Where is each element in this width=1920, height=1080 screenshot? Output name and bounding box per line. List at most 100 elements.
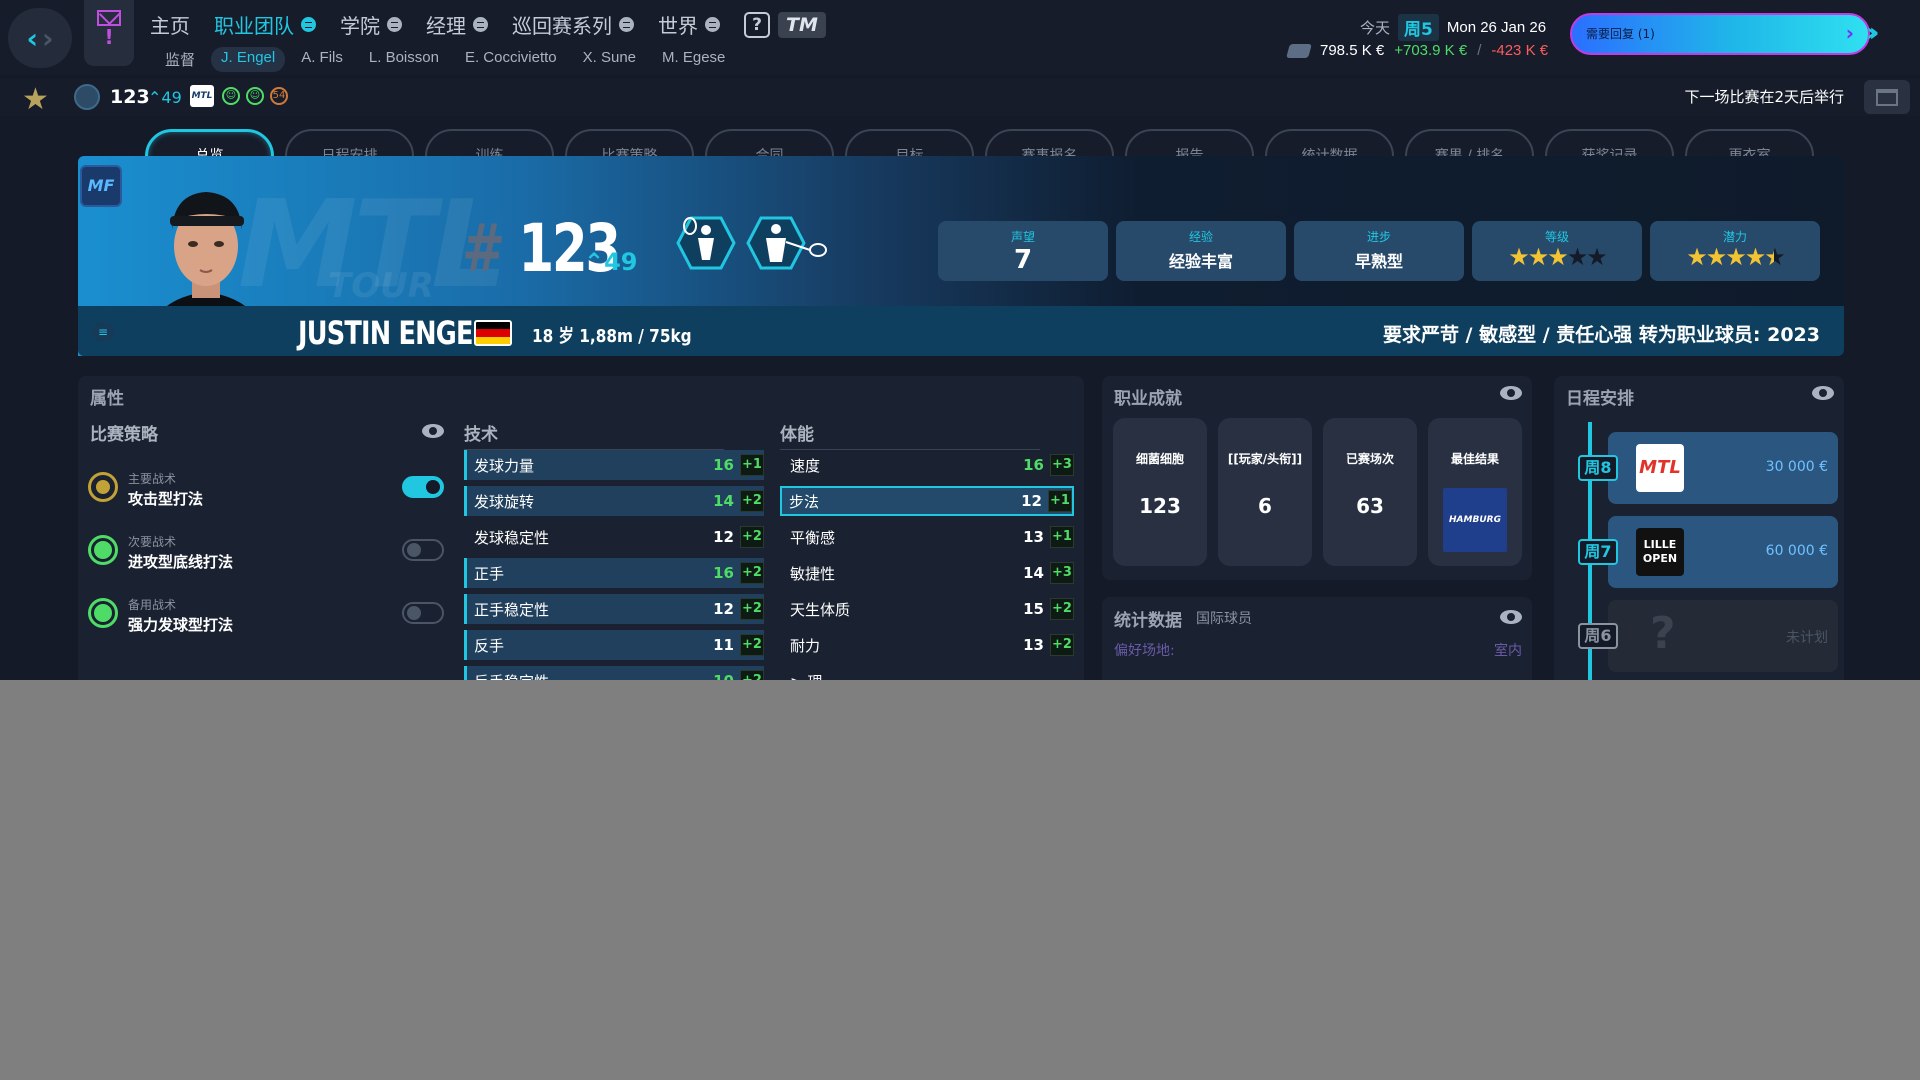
tactic-secondary-icon	[88, 535, 118, 565]
nav-item-manager[interactable]: 经理	[426, 10, 488, 39]
mail-alert: !	[104, 25, 114, 49]
achievement-card-best-result[interactable]: 最佳结果 HAMBURG	[1428, 418, 1522, 566]
attribute-row[interactable]: 正手稳定性 12 +2	[464, 594, 764, 624]
tactic-backup-icon	[88, 598, 118, 628]
stats-title: 统计数据	[1114, 611, 1182, 631]
attribute-value: 16	[1023, 456, 1044, 474]
tactic-primary-toggle[interactable]	[402, 476, 444, 498]
mailbox-button[interactable]: !	[84, 0, 134, 66]
forehand-player-icon	[746, 216, 827, 270]
menu-dot-icon	[473, 17, 488, 32]
date-display: 今天 周5 Mon 26 Jan 26	[1360, 14, 1546, 41]
need-reply-label: 需要回复 (1)	[1586, 27, 1655, 41]
player-info: 18 岁 1,88m / 75kg	[532, 326, 692, 347]
subnav-item-supervise[interactable]: 监督	[165, 47, 195, 72]
attribute-row[interactable]: 天生体质 15 +2	[780, 594, 1074, 624]
attribute-delta: +2	[740, 526, 764, 548]
attribute-value: 10	[704, 672, 734, 680]
visibility-eye-icon[interactable]	[1500, 610, 1522, 624]
tactic-backup-toggle[interactable]	[402, 602, 444, 624]
nav-item-world[interactable]: 世界	[658, 10, 720, 39]
attribute-row[interactable]: 平衡感 13 +1	[780, 522, 1074, 552]
attribute-row[interactable]: 敏捷性 14 +3	[780, 558, 1074, 588]
attribute-row[interactable]: 步法 12 +1	[780, 486, 1074, 516]
forward-arrow-icon[interactable]: ›	[42, 22, 54, 55]
subnav-item-a-fils[interactable]: A. Fils	[301, 47, 343, 72]
attribute-name: 平衡感	[790, 528, 836, 547]
help-button[interactable]: ?	[744, 11, 770, 38]
visibility-eye-icon[interactable]	[1500, 386, 1522, 400]
attribute-delta: +2	[740, 634, 764, 656]
subnav-item-j-engel[interactable]: J. Engel	[211, 47, 286, 72]
avatar	[74, 84, 100, 110]
today-label: 今天	[1360, 19, 1391, 37]
level-stars-icon: ★★★★★	[1508, 243, 1608, 271]
visibility-eye-icon[interactable]	[422, 424, 444, 438]
attribute-row[interactable]: 发球旋转 14 +2	[464, 486, 764, 516]
attribute-row[interactable]: > 理	[780, 666, 1074, 681]
attribute-value: 16	[713, 564, 734, 582]
attribute-delta: +2	[740, 670, 764, 680]
nav-item-academy[interactable]: 学院	[340, 10, 402, 39]
visibility-eye-icon[interactable]	[1812, 386, 1834, 400]
prize-money: 60 000 €	[1765, 543, 1828, 559]
flag-stripe	[476, 329, 510, 337]
status-rank: 123	[110, 86, 150, 108]
need-reply-button[interactable]: 需要回复 (1) ›	[1570, 13, 1870, 55]
tactic-secondary: 次要战术 进攻型底线打法	[88, 525, 444, 575]
attribute-name: 发球力量	[474, 456, 535, 475]
attribute-row[interactable]: 耐力 13 +2	[780, 630, 1074, 660]
potential-stars-icon: ★★★★★	[1686, 243, 1786, 271]
attribute-value: 14	[713, 492, 734, 510]
tactic-backup: 备用战术 强力发球型打法	[88, 588, 444, 638]
attribute-row[interactable]: 发球稳定性 12 +2	[464, 522, 764, 552]
mf-badge: MF	[80, 165, 122, 207]
attribute-row[interactable]: 反手 11 +2	[464, 630, 764, 660]
menu-dot-icon	[619, 17, 634, 32]
player-name: JUSTIN ENGEL	[298, 314, 489, 352]
schedule-row-week8[interactable]: 周8 MTL 30 000 €	[1578, 432, 1838, 504]
app-window: ‹ › ! 主页 职业团队 学院 经理 巡回赛系列 世界 ? TM 监督 J. E…	[0, 0, 1920, 680]
subnav-item-e-coccivietto[interactable]: E. Coccivietto	[465, 47, 557, 72]
favorite-star-icon[interactable]: ★	[22, 82, 49, 117]
player-stat-boxes: 声望 7 经验 经验丰富 进步 早熟型 等级 ★★★★★ 潜力 ★★★★★	[938, 221, 1820, 281]
attribute-row[interactable]: 反手稳定性10 +2	[464, 666, 764, 680]
attribute-delta: +2	[740, 598, 764, 620]
attribute-name: 反手	[474, 636, 505, 655]
nav-item-tour-series[interactable]: 巡回赛系列	[512, 10, 634, 39]
attribute-name: > 理	[790, 671, 1038, 681]
attribute-delta: +3	[1050, 562, 1074, 584]
flag-stripe	[476, 322, 510, 330]
physical-title: 体能	[780, 420, 1040, 450]
calendar-button[interactable]	[1864, 80, 1910, 114]
unknown-tournament-icon: ?	[1650, 608, 1676, 659]
schedule-row-week7[interactable]: 周7 LILLE OPEN 60 000 €	[1578, 516, 1838, 588]
subnav-item-m-egese[interactable]: M. Egese	[662, 47, 725, 72]
next-match-info: 下一场比赛在2天后举行	[1684, 88, 1844, 106]
not-planned-label: 未计划	[1786, 630, 1828, 646]
attribute-row[interactable]: 正手 16 +2	[464, 558, 764, 588]
technique-title: 技术	[464, 420, 724, 450]
subnav-item-l-boisson[interactable]: L. Boisson	[369, 47, 439, 72]
balance: 798.5 K €	[1320, 42, 1385, 59]
nav-item-pro-team[interactable]: 职业团队	[214, 10, 316, 39]
preferred-surface-label: 偏好场地:	[1114, 643, 1175, 659]
attribute-row[interactable]: 发球力量 16 +1	[464, 450, 764, 480]
back-arrow-icon[interactable]: ‹	[26, 22, 38, 55]
attribute-name: 耐力	[790, 636, 821, 655]
stat-progress: 进步 早熟型	[1294, 221, 1464, 281]
subnav-item-x-sune[interactable]: X. Sune	[583, 47, 636, 72]
history-nav[interactable]: ‹ ›	[8, 8, 72, 68]
attribute-name: 发球旋转	[474, 492, 535, 511]
tm-logo[interactable]: TM	[778, 11, 826, 38]
attribute-row[interactable]: 速度 16 +3	[780, 450, 1074, 480]
schedule-row-week6[interactable]: 周6 ? 未计划	[1578, 600, 1838, 672]
player-menu-icon[interactable]: ≡	[92, 322, 114, 342]
nav-item-home[interactable]: 主页	[150, 10, 190, 39]
attribute-delta: +2	[1050, 634, 1074, 656]
tactic-secondary-toggle[interactable]	[402, 539, 444, 561]
preferred-surface-value: 室内	[1494, 643, 1522, 659]
wallet-icon	[1286, 43, 1312, 58]
continue-icon[interactable]: ››	[1866, 18, 1880, 48]
attribute-delta: +3	[1050, 454, 1074, 476]
